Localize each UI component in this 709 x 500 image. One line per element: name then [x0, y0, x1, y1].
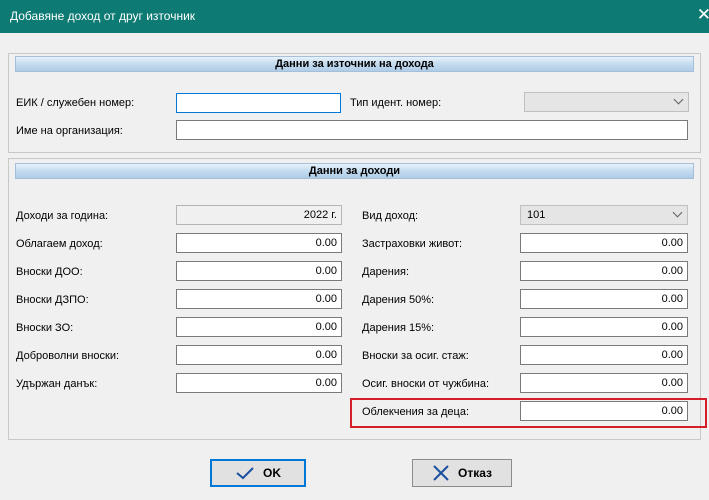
- chevron-down-icon: [672, 207, 683, 218]
- checkmark-icon: [235, 466, 255, 480]
- donations-input[interactable]: 0.00: [520, 261, 688, 281]
- zo-contributions-label: Вноски ЗО:: [16, 322, 74, 334]
- foreign-contributions-input[interactable]: 0.00: [520, 373, 688, 393]
- income-year-field: 2022 г.: [176, 205, 342, 225]
- highlight-box: [350, 398, 707, 428]
- title-bar: Добавяне доход от друг източник ✕: [0, 0, 709, 33]
- life-insurance-label: Застраховки живот:: [362, 238, 463, 250]
- income-type-select[interactable]: 101: [520, 205, 688, 225]
- dzpo-contributions-label: Вноски ДЗПО:: [16, 294, 89, 306]
- doo-contributions-input[interactable]: 0.00: [176, 261, 342, 281]
- donations-50-input[interactable]: 0.00: [520, 289, 688, 309]
- eik-input[interactable]: [176, 93, 341, 113]
- cancel-button[interactable]: Отказ: [412, 459, 512, 487]
- income-type-label: Вид доход:: [362, 210, 419, 222]
- cancel-button-label: Отказ: [457, 466, 492, 480]
- chevron-down-icon: [673, 94, 684, 105]
- x-icon: [432, 464, 450, 482]
- zo-contributions-input[interactable]: 0.00: [176, 317, 342, 337]
- org-name-input[interactable]: [176, 120, 688, 140]
- close-icon[interactable]: ✕: [697, 5, 709, 25]
- life-insurance-input[interactable]: 0.00: [520, 233, 688, 253]
- org-name-label: Име на организация:: [16, 125, 123, 137]
- id-type-select[interactable]: [524, 92, 689, 112]
- income-year-label: Доходи за година:: [16, 210, 109, 222]
- donations-label: Дарения:: [362, 266, 410, 278]
- ok-button[interactable]: OK: [210, 459, 306, 487]
- source-section-header: Данни за източник на дохода: [15, 56, 694, 72]
- taxable-income-input[interactable]: 0.00: [176, 233, 342, 253]
- withheld-tax-label: Удържан данък:: [16, 378, 98, 390]
- donations-50-label: Дарения 50%:: [362, 294, 435, 306]
- donations-15-input[interactable]: 0.00: [520, 317, 688, 337]
- income-type-value: 101: [527, 209, 546, 221]
- doo-contributions-label: Вноски ДОО:: [16, 266, 83, 278]
- ok-button-label: OK: [263, 466, 281, 480]
- window-title: Добавяне доход от друг източник: [10, 9, 196, 23]
- donations-15-label: Дарения 15%:: [362, 322, 435, 334]
- voluntary-contributions-input[interactable]: 0.00: [176, 345, 342, 365]
- service-contributions-label: Вноски за осиг. стаж:: [362, 350, 469, 362]
- service-contributions-input[interactable]: 0.00: [520, 345, 688, 365]
- foreign-contributions-label: Осиг. вноски от чужбина:: [362, 378, 490, 390]
- withheld-tax-input[interactable]: 0.00: [176, 373, 342, 393]
- dzpo-contributions-input[interactable]: 0.00: [176, 289, 342, 309]
- taxable-income-label: Облагаем доход:: [16, 238, 103, 250]
- income-section-header: Данни за доходи: [15, 163, 694, 179]
- eik-label: ЕИК / служебен номер:: [16, 97, 135, 109]
- voluntary-contributions-label: Доброволни вноски:: [16, 350, 120, 362]
- id-type-label: Тип идент. номер:: [350, 97, 442, 109]
